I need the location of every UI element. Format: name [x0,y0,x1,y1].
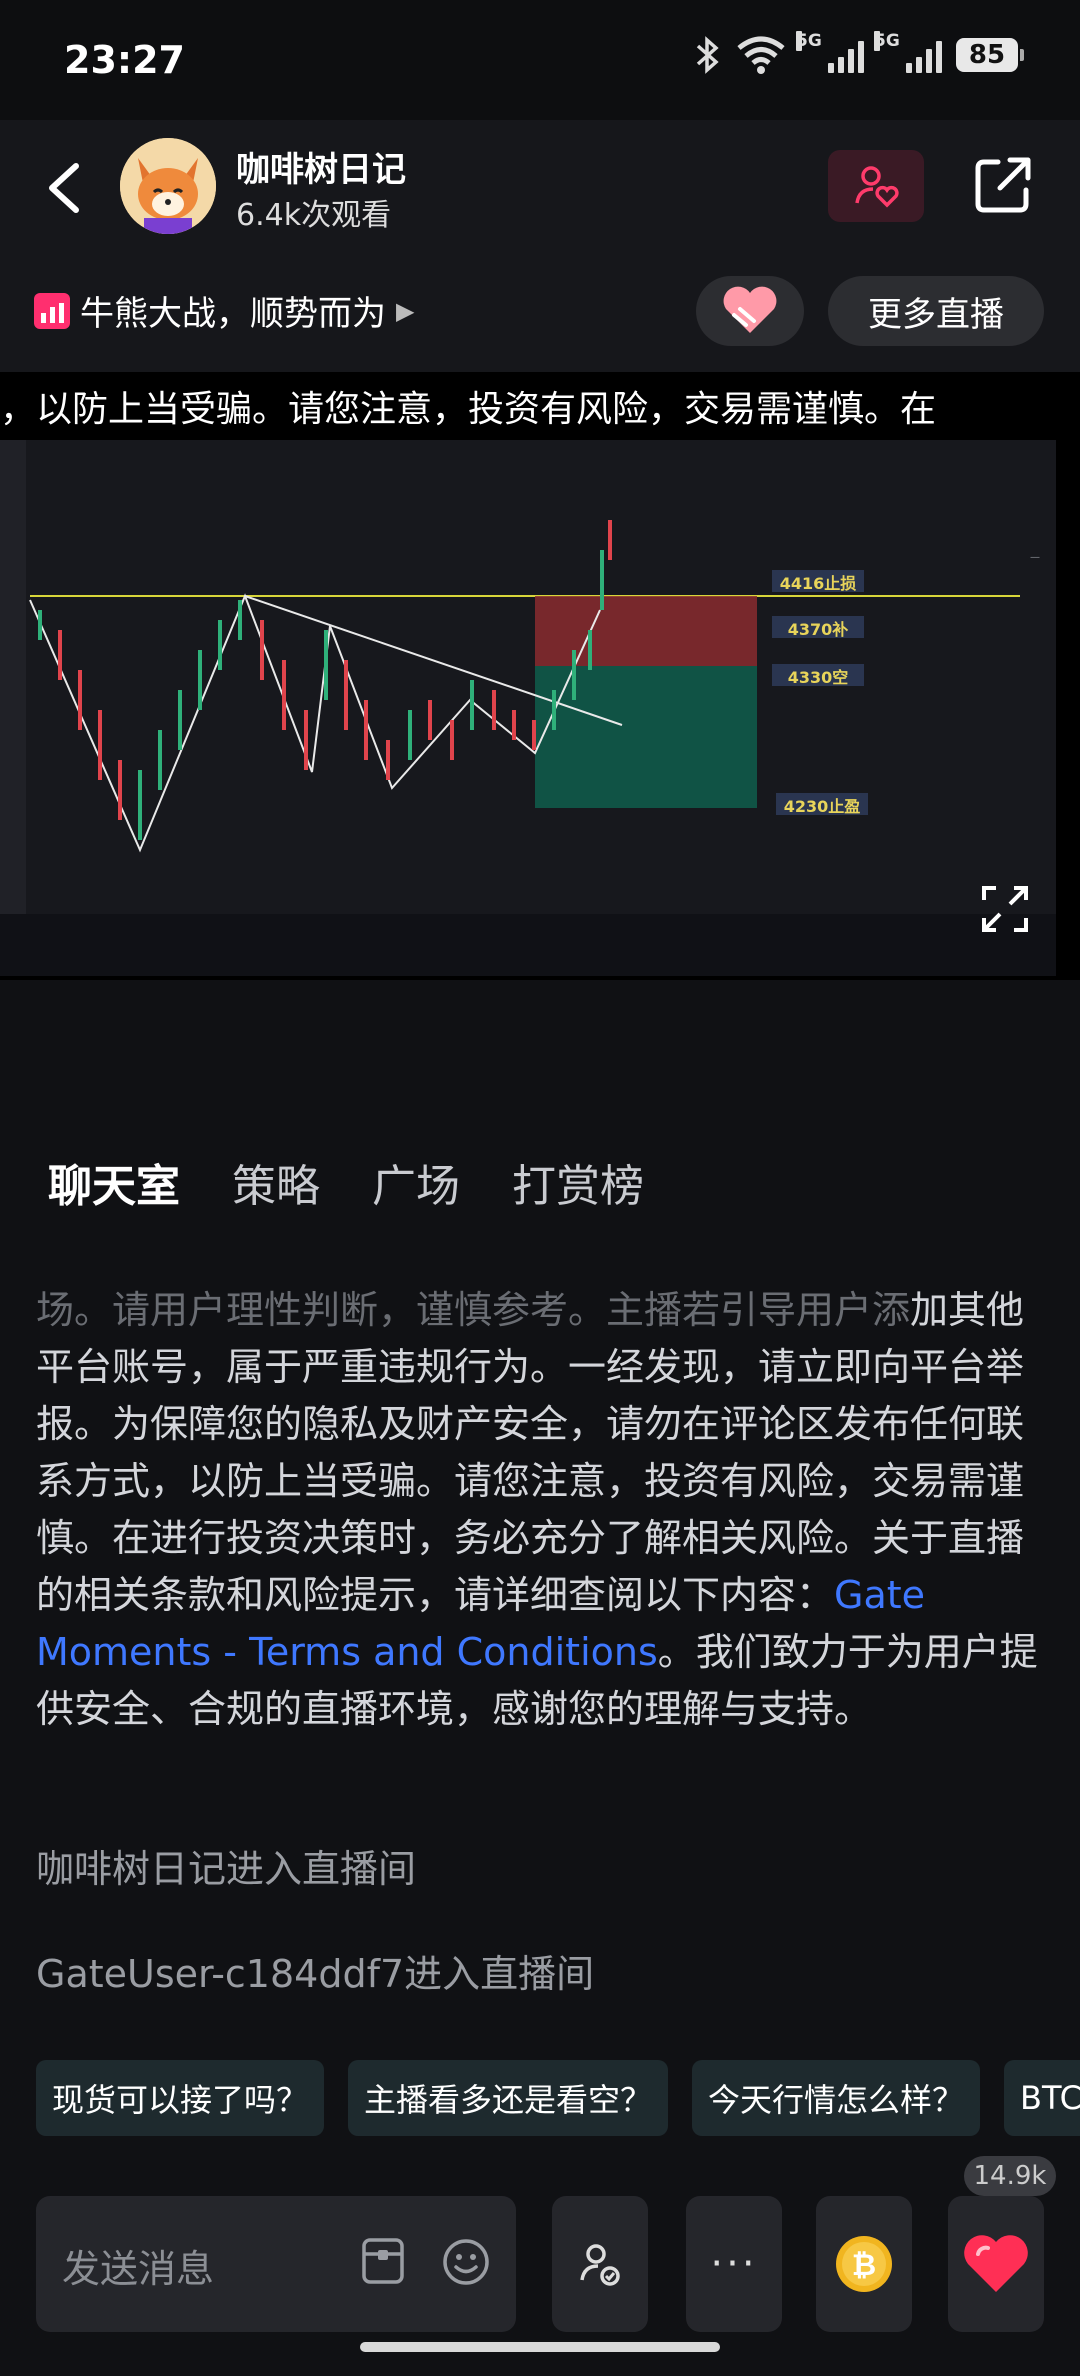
back-icon[interactable] [42,158,88,218]
chat-system-notice: 场。请用户理性判断，谨慎参考。主播若引导用户添加其他平台账号，属于严重违规行为。… [36,1282,1046,1738]
home-indicator[interactable] [360,2342,720,2352]
signal-icon: 5G [874,31,942,73]
tab-tip-ranking[interactable]: 打赏榜 [512,1150,644,1214]
more-button[interactable]: ··· [686,2196,782,2332]
quick-question-chip[interactable]: 主播看多还是看空？ [348,2060,669,2136]
like-count-badge: 14.9k [964,2156,1056,2196]
message-placeholder: 发送消息 [62,2247,215,2291]
red-packet-icon[interactable] [360,2236,406,2286]
wifi-icon [737,36,785,74]
play-arrow-icon: ▶ [396,296,415,325]
view-count: 6.4k次观看 [236,198,392,233]
fullscreen-icon[interactable] [980,884,1030,934]
tab-square[interactable]: 广场 [372,1150,460,1214]
scrolling-notice: ，以防上当受骗。请您注意，投资有风险，交易需谨慎。在 [0,389,937,430]
add-position-label: 4370补 [787,620,849,639]
svg-text:—: — [1030,552,1040,563]
tab-chatroom[interactable]: 聊天室 [48,1150,180,1214]
signal-icon: 5G [796,31,864,73]
emoji-icon[interactable] [440,2236,492,2288]
notice-faded-line: 场。请用户理性判断，谨慎参考。主播若引导用户添 [36,1288,911,1332]
share-icon[interactable] [970,152,1036,218]
status-icons: 5G 5G 85 [694,31,1024,74]
status-time: 23:27 [64,38,185,82]
short-label: 4330空 [787,668,849,687]
tab-bar: 聊天室 策略 广场 打赏榜 [48,1150,644,1214]
follow-button[interactable] [828,150,924,222]
heart-hands-icon [723,286,777,333]
trading-chart-screen: — [0,440,1056,976]
quick-question-chip[interactable]: BTC [1004,2060,1080,2136]
more-live-button[interactable]: 更多直播 [828,276,1044,346]
bar-chart-icon [34,292,70,329]
bluetooth-icon [696,36,719,74]
bitcoin-icon: ₿ [836,2236,892,2292]
profile-button[interactable] [552,2196,648,2332]
quick-questions: 现货可以接了吗？ 主播看多还是看空？ 今天行情怎么样？ BTC [36,2060,1080,2136]
user-check-icon [580,2244,620,2286]
fox-avatar-icon [120,138,216,234]
stop-loss-label: 4416止损 [779,574,857,593]
chat-join-message: GateUser-c184ddf7进入直播间 [36,1951,595,1996]
svg-text:₿: ₿ [852,2248,876,2283]
candlestick-chart: — [0,440,1056,976]
battery-icon: 85 [956,38,1024,72]
like-button[interactable] [948,2196,1044,2332]
take-profit-label: 4230止盈 [783,797,861,816]
quick-question-chip[interactable]: 现货可以接了吗？ [36,2060,325,2136]
topic-text: 牛熊大战，顺势而为 [80,294,386,334]
host-name[interactable]: 咖啡树日记 [236,142,406,191]
notice-text: 加其他平台账号，属于严重违规行为。一经发现，请立即向平台举报。为保障您的隐私及财… [36,1288,1025,1617]
quick-question-chip[interactable]: 今天行情怎么样？ [692,2060,981,2136]
heart-icon [964,2235,1028,2292]
heart-hands-button[interactable] [696,276,804,346]
user-heart-icon [855,166,899,208]
tab-strategy[interactable]: 策略 [232,1150,320,1214]
gift-coin-button[interactable]: ₿ [816,2196,912,2332]
avatar[interactable] [120,138,216,234]
live-topic[interactable]: 牛熊大战，顺势而为 ▶ [34,286,414,335]
chat-join-message: 咖啡树日记进入直播间 [36,1846,417,1891]
